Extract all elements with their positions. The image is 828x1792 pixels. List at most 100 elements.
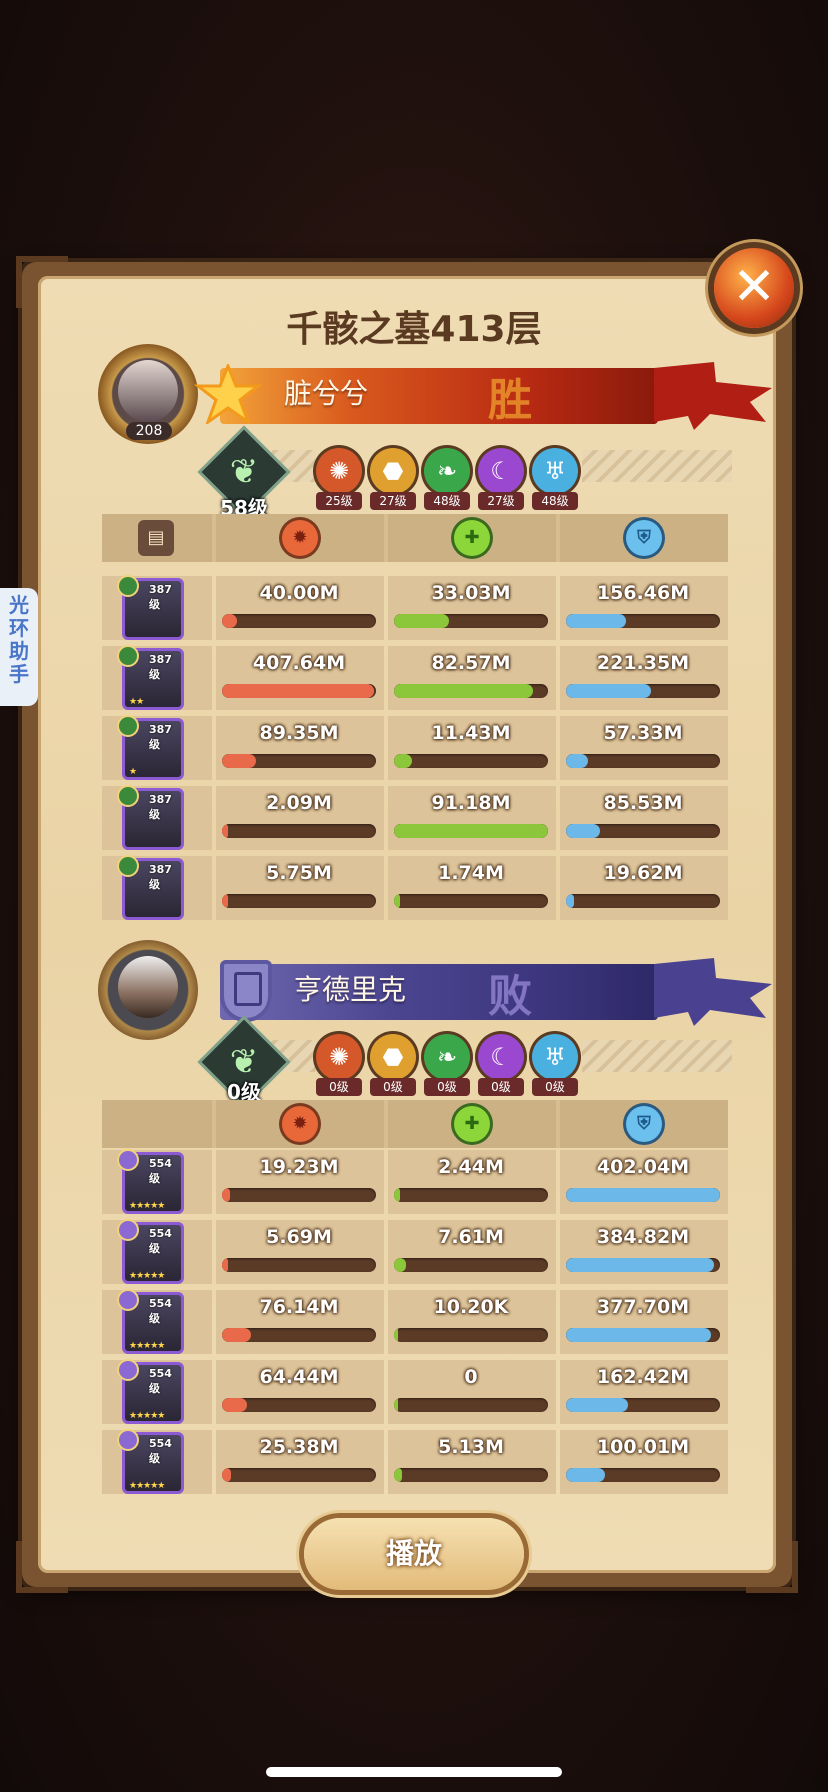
hero-portrait[interactable]: 554级 ★★★★★ bbox=[119, 1221, 184, 1284]
heal-value: 33.03M bbox=[431, 582, 511, 604]
shield-bar bbox=[566, 1468, 720, 1482]
hero-portrait[interactable]: 554级 ★★★★★ bbox=[119, 1361, 184, 1424]
heal-bar bbox=[394, 614, 548, 628]
damage-value: 5.69M bbox=[266, 1226, 332, 1248]
damage-bar bbox=[222, 1468, 376, 1482]
team1-stats-header: ▤ ✹ ✚ ⛨ bbox=[102, 514, 728, 562]
team1-avatar-face bbox=[118, 360, 178, 422]
hero-faction-gem-icon bbox=[119, 857, 137, 875]
team1-winner-star-icon bbox=[194, 364, 262, 424]
shield-bar-fill bbox=[566, 684, 651, 698]
hero-stars: ★★★★★ bbox=[129, 1411, 165, 1421]
hero-portrait[interactable]: 554级 ★★★★★ bbox=[119, 1291, 184, 1354]
team2-banner-tail bbox=[654, 958, 772, 1026]
damage-value: 76.14M bbox=[259, 1296, 339, 1318]
shield-bar-fill bbox=[566, 1188, 720, 1202]
team1-player-name: 脏兮兮 bbox=[284, 377, 369, 410]
shield-bar bbox=[566, 1188, 720, 1202]
wilder-icon: ❧ bbox=[424, 448, 470, 494]
hero-portrait[interactable]: 387级 bbox=[119, 857, 184, 920]
team2-shield-emblem-icon bbox=[220, 960, 272, 1022]
corner-ornament-br bbox=[746, 1541, 798, 1593]
damage-bar bbox=[222, 1328, 376, 1342]
corner-ornament-bl bbox=[16, 1541, 68, 1593]
shield-value: 57.33M bbox=[603, 722, 683, 744]
faction-level: 0级 bbox=[316, 1078, 362, 1096]
hero-stars: ★★★★★ bbox=[129, 1271, 165, 1281]
heal-bar bbox=[394, 1468, 548, 1482]
shield-bar bbox=[566, 894, 720, 908]
side-tab-char-4: 手 bbox=[9, 662, 29, 686]
hero-portrait[interactable]: 554级 ★★★★★ bbox=[119, 1431, 184, 1494]
hero-portrait[interactable]: 387级 ★★ bbox=[119, 647, 184, 710]
celestial-icon: ♅ bbox=[532, 448, 578, 494]
damage-icon: ✹ bbox=[282, 1106, 318, 1142]
shield-bar bbox=[566, 684, 720, 698]
heal-value: 10.20K bbox=[433, 1296, 509, 1318]
heal-icon: ✚ bbox=[454, 1106, 490, 1142]
damage-icon: ✹ bbox=[282, 520, 318, 556]
play-button[interactable]: 播放 bbox=[304, 1518, 524, 1590]
hero-portrait[interactable]: 387级 ★ bbox=[119, 717, 184, 780]
team2-result-stamp: 败 bbox=[488, 971, 532, 1022]
team2-deco-band-right bbox=[582, 1040, 732, 1072]
damage-value: 5.75M bbox=[266, 862, 332, 884]
hero-faction-gem-icon bbox=[119, 1221, 137, 1239]
team2-avatar[interactable] bbox=[98, 940, 198, 1040]
shield-bar bbox=[566, 1328, 720, 1342]
hero-portrait[interactable]: 387级 bbox=[119, 787, 184, 850]
hero-portrait[interactable]: 554级 ★★★★★ bbox=[119, 1151, 184, 1214]
mauler-icon: ⬣ bbox=[370, 1034, 416, 1080]
faction-level: 27级 bbox=[370, 492, 416, 510]
shield-value: 162.42M bbox=[596, 1366, 690, 1388]
hero-stars: ★★★★★ bbox=[129, 1481, 165, 1491]
heal-bar-fill bbox=[394, 1258, 407, 1272]
shield-icon: ⛨ bbox=[626, 1106, 662, 1142]
damage-value: 40.00M bbox=[259, 582, 339, 604]
damage-bar-fill bbox=[222, 684, 375, 698]
home-indicator bbox=[266, 1767, 562, 1777]
damage-value: 2.09M bbox=[266, 792, 332, 814]
halo-assistant-tab[interactable]: 光 环 助 手 bbox=[0, 588, 38, 706]
faction-level: 0级 bbox=[478, 1078, 524, 1096]
hero-faction-gem-icon bbox=[119, 1291, 137, 1309]
damage-value: 64.44M bbox=[259, 1366, 339, 1388]
heal-value: 2.44M bbox=[438, 1156, 504, 1178]
damage-value: 25.38M bbox=[259, 1436, 339, 1458]
hero-stats-row: 387级 40.00M 33.03M 156.46M bbox=[102, 576, 728, 640]
heal-bar bbox=[394, 1398, 548, 1412]
faction-level: 0级 bbox=[532, 1078, 578, 1096]
heal-value: 1.74M bbox=[438, 862, 504, 884]
team2-avatar-face bbox=[118, 956, 178, 1018]
mauler-icon: ⬣ bbox=[370, 448, 416, 494]
damage-bar-fill bbox=[222, 754, 256, 768]
shield-bar bbox=[566, 1258, 720, 1272]
hero-portrait[interactable]: 387级 bbox=[119, 577, 184, 640]
close-icon: ✕ bbox=[732, 257, 776, 317]
team2-banner bbox=[220, 964, 658, 1020]
close-button[interactable]: ✕ bbox=[714, 248, 794, 328]
hero-faction-gem-icon bbox=[119, 1151, 137, 1169]
damage-bar-fill bbox=[222, 1468, 232, 1482]
hero-level: 387级 bbox=[149, 863, 172, 891]
team1-avatar[interactable]: 208 bbox=[98, 344, 198, 444]
faction-level: 0级 bbox=[424, 1078, 470, 1096]
shield-bar-fill bbox=[566, 1398, 628, 1412]
hero-level: 554级 bbox=[149, 1437, 172, 1465]
heal-value: 7.61M bbox=[438, 1226, 504, 1248]
heal-value: 11.43M bbox=[431, 722, 511, 744]
heal-bar-fill bbox=[394, 684, 533, 698]
hero-stats-row: 387级 5.75M 1.74M 19.62M bbox=[102, 856, 728, 920]
heal-value: 5.13M bbox=[438, 1436, 504, 1458]
shield-bar bbox=[566, 1398, 720, 1412]
hero-faction-gem-icon bbox=[119, 1431, 137, 1449]
scroll-icon[interactable]: ▤ bbox=[138, 520, 174, 556]
hero-level: 387级 bbox=[149, 653, 172, 681]
heal-bar bbox=[394, 824, 548, 838]
hero-stars: ★★ bbox=[129, 697, 144, 707]
shield-value: 221.35M bbox=[596, 652, 690, 674]
hero-stats-row: 387级 ★ 89.35M 11.43M 57.33M bbox=[102, 716, 728, 780]
team2-header-cell-hero bbox=[102, 1100, 212, 1148]
heal-bar bbox=[394, 754, 548, 768]
shield-value: 100.01M bbox=[596, 1436, 690, 1458]
